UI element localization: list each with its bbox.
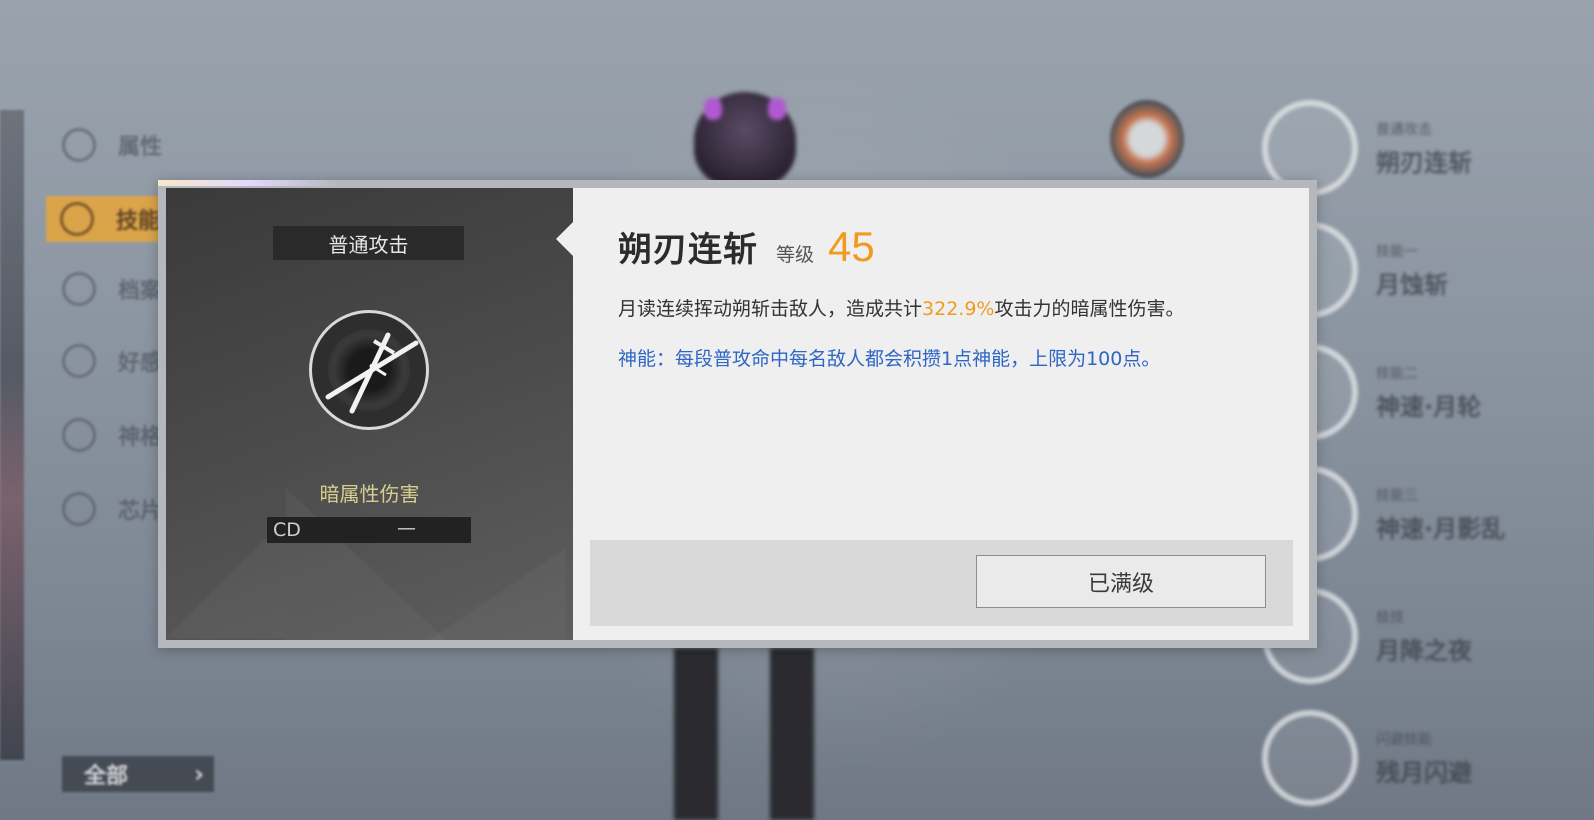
skills-icon [60, 202, 94, 236]
decor-triangle [416, 548, 566, 640]
skill-node-name: 月蚀斩 [1376, 270, 1448, 299]
menu-item-attributes[interactable]: 属性 [62, 128, 162, 162]
skill-node-dodge[interactable]: 闪避技能 残月闪避 [1262, 710, 1472, 806]
description-text: 月读连续挥动朔斩击敌人，造成共计 [618, 298, 923, 320]
level-value: 45 [828, 223, 875, 270]
menu-item-skills[interactable]: 技能 [46, 196, 175, 242]
skill-detail-dialog: 普通攻击 暗属性伤害 CD — 朔刃连斩 等级 45 月读连续挥动朔斩击敌人，造… [158, 180, 1317, 648]
menu-label: 神格 [118, 425, 163, 450]
menu-item-archive[interactable]: 档案 [62, 272, 162, 306]
skill-node-name: 神速·月轮 [1376, 392, 1482, 421]
element-emblem-icon [1110, 100, 1184, 178]
crossed-swords-icon [309, 310, 429, 430]
cooldown-bar: CD — [267, 517, 471, 543]
menu-item-chips[interactable]: 芯片 [62, 492, 162, 526]
skill-summary-panel: 普通攻击 暗属性伤害 CD — [166, 188, 573, 640]
skill-node-name: 残月闪避 [1376, 758, 1472, 787]
divine-energy-note: 神能：每段普攻命中每名敌人都会积攒1点神能，上限为100点。 [618, 348, 1161, 370]
archive-icon [62, 272, 96, 306]
cooldown-label: CD [273, 519, 301, 541]
all-filter-button[interactable]: 全部 › [62, 756, 214, 792]
skill-node-sub: 技能三 [1376, 487, 1418, 504]
dialog-pointer [556, 222, 573, 256]
menu-label: 芯片 [118, 499, 163, 524]
chip-icon [62, 492, 96, 526]
menu-label: 属性 [118, 135, 163, 160]
menu-item-affinity[interactable]: 好感 [62, 344, 162, 378]
character-roster-strip[interactable] [0, 110, 24, 760]
character-head [694, 92, 796, 188]
skill-type-tag: 普通攻击 [273, 226, 464, 260]
menu-item-divinity[interactable]: 神格 [62, 418, 162, 452]
all-filter-label: 全部 [84, 764, 129, 789]
skill-node-sub: 极技 [1376, 609, 1404, 626]
chevron-right-icon: › [194, 760, 204, 788]
skill-name: 朔刃连斩 [618, 230, 758, 270]
affinity-icon [62, 344, 96, 378]
skill-node-sub: 普通攻击 [1376, 121, 1432, 138]
skill-node-icon [1262, 710, 1358, 806]
skill-node-sub: 闪避技能 [1376, 731, 1432, 748]
skill-node-sub: 技能二 [1376, 365, 1418, 382]
level-label: 等级 [776, 244, 815, 266]
element-type-label: 暗属性伤害 [319, 482, 420, 506]
cooldown-value: — [397, 517, 416, 539]
menu-label: 好感 [118, 351, 163, 376]
horn-ornament [768, 98, 786, 120]
skill-node-name: 朔刃连斩 [1376, 148, 1472, 177]
skill-node-name: 神速·月影乱 [1376, 514, 1506, 543]
horn-ornament [704, 98, 722, 120]
skill-node-name: 月降之夜 [1376, 636, 1472, 665]
dialog-footer: 已满级 [590, 540, 1293, 626]
skill-node-sub: 技能一 [1376, 243, 1418, 260]
character-leg [674, 648, 718, 820]
skill-description: 月读连续挥动朔斩击敌人，造成共计322.9%攻击力的暗属性伤害。 [618, 294, 1184, 321]
attributes-icon [62, 128, 96, 162]
dialog-shine [158, 180, 338, 186]
skill-title-row: 朔刃连斩 等级 45 [618, 222, 875, 271]
divinity-icon [62, 418, 96, 452]
description-text: 攻击力的暗属性伤害。 [994, 298, 1185, 320]
menu-label: 技能 [116, 209, 161, 234]
character-legs [660, 648, 830, 820]
character-leg [770, 648, 814, 820]
skill-description-panel: 朔刃连斩 等级 45 月读连续挥动朔斩击敌人，造成共计322.9%攻击力的暗属性… [573, 188, 1309, 640]
damage-multiplier: 322.9% [922, 298, 995, 320]
menu-label: 档案 [118, 279, 163, 304]
max-level-button[interactable]: 已满级 [976, 555, 1266, 608]
